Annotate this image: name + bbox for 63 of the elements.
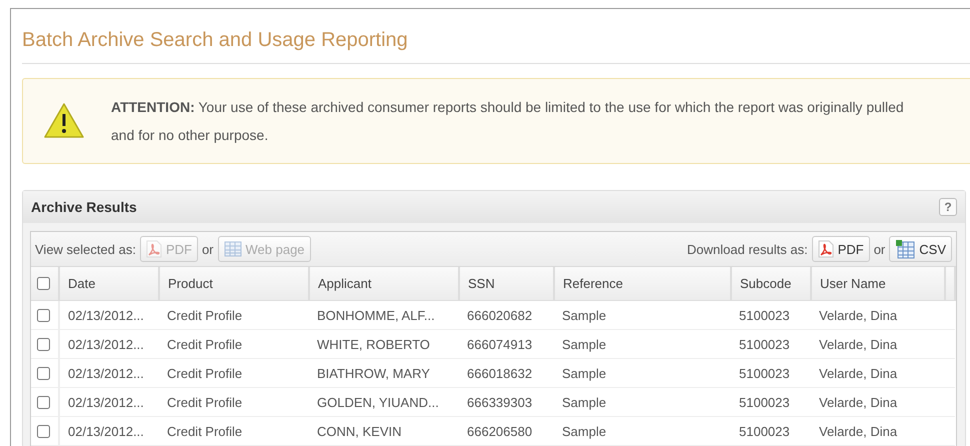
row-checkbox[interactable] — [37, 338, 50, 350]
table-cell: 666206580 — [459, 416, 554, 446]
table-cell: Velarde, Dina — [811, 416, 945, 446]
row-checkbox[interactable] — [37, 396, 50, 408]
row-checkbox[interactable] — [37, 424, 50, 438]
table-cell: Sample — [554, 388, 731, 416]
spreadsheet-icon — [895, 239, 916, 259]
warning-icon — [43, 102, 85, 140]
table-cell: 02/13/2012... — [59, 330, 159, 358]
table-cell: 5100023 — [731, 300, 811, 330]
table-cell: Credit Profile — [159, 300, 309, 330]
notice-text: ATTENTION: Your use of these archived consumer reports should be limited to the use for which the report was originally pulled and for no other purpose. — [111, 98, 905, 145]
table-cell: 666020682 — [459, 300, 554, 330]
table-cell: 5100023 — [731, 416, 811, 446]
table-cell: 5100023 — [731, 358, 811, 388]
select-all-checkbox[interactable] — [37, 277, 50, 290]
table-cell: 02/13/2012... — [59, 358, 159, 388]
column-header[interactable]: Subcode — [731, 267, 811, 300]
table-cell: Credit Profile — [159, 330, 309, 358]
or-label: or — [874, 242, 886, 256]
pdf-button[interactable]: PDF — [812, 236, 870, 262]
table-cell: Velarde, Dina — [811, 388, 945, 416]
pdf-icon — [146, 240, 162, 258]
view-label: View selected as: — [35, 242, 136, 256]
table-cell: Credit Profile — [159, 358, 309, 388]
column-header[interactable]: User Name — [811, 267, 945, 300]
column-header[interactable]: Product — [159, 267, 309, 300]
or-label: or — [202, 242, 214, 256]
table-cell: 02/13/2012... — [59, 416, 159, 446]
table-cell: 666074913 — [459, 330, 554, 358]
table-cell: 5100023 — [731, 330, 811, 358]
table-cell: 666339303 — [459, 388, 554, 416]
column-header[interactable]: SSN — [459, 267, 554, 300]
panel-title: Archive Results — [31, 199, 137, 215]
table-cell: Sample — [554, 300, 731, 330]
table-cell: Velarde, Dina — [811, 358, 945, 388]
column-header[interactable]: Reference — [554, 267, 731, 300]
table-cell: Credit Profile — [159, 388, 309, 416]
table-cell: Velarde, Dina — [811, 300, 945, 330]
table-cell: 666018632 — [459, 358, 554, 388]
table-cell: 02/13/2012... — [59, 388, 159, 416]
csv-button[interactable]: CSV — [889, 236, 952, 262]
table-cell: Sample — [554, 416, 731, 446]
page-title: Batch Archive Search and Usage Reporting — [22, 9, 970, 64]
column-header[interactable]: Applicant — [309, 267, 459, 300]
table-cell: BONHOMME, ALF... — [309, 300, 459, 330]
table-cell: GOLDEN, YIUAND... — [309, 388, 459, 416]
table-cell: Sample — [554, 358, 731, 388]
table-cell: WHITE, ROBERTO — [309, 330, 459, 358]
row-checkbox[interactable] — [37, 366, 50, 380]
help-button[interactable]: ? — [939, 198, 957, 216]
table-cell: CONN, KEVIN — [309, 416, 459, 446]
column-header[interactable]: Date — [59, 267, 159, 300]
table-cell: 02/13/2012... — [59, 300, 159, 330]
pdf-icon — [818, 240, 834, 258]
table-cell: Velarde, Dina — [811, 330, 945, 358]
row-checkbox[interactable] — [37, 308, 50, 322]
table-cell: Sample — [554, 330, 731, 358]
table-cell: 5100023 — [731, 388, 811, 416]
table-icon — [224, 241, 242, 257]
table-cell: Credit Profile — [159, 416, 309, 446]
table-cell: BIATHROW, MARY — [309, 358, 459, 388]
download-label: Download results as: — [687, 242, 808, 256]
